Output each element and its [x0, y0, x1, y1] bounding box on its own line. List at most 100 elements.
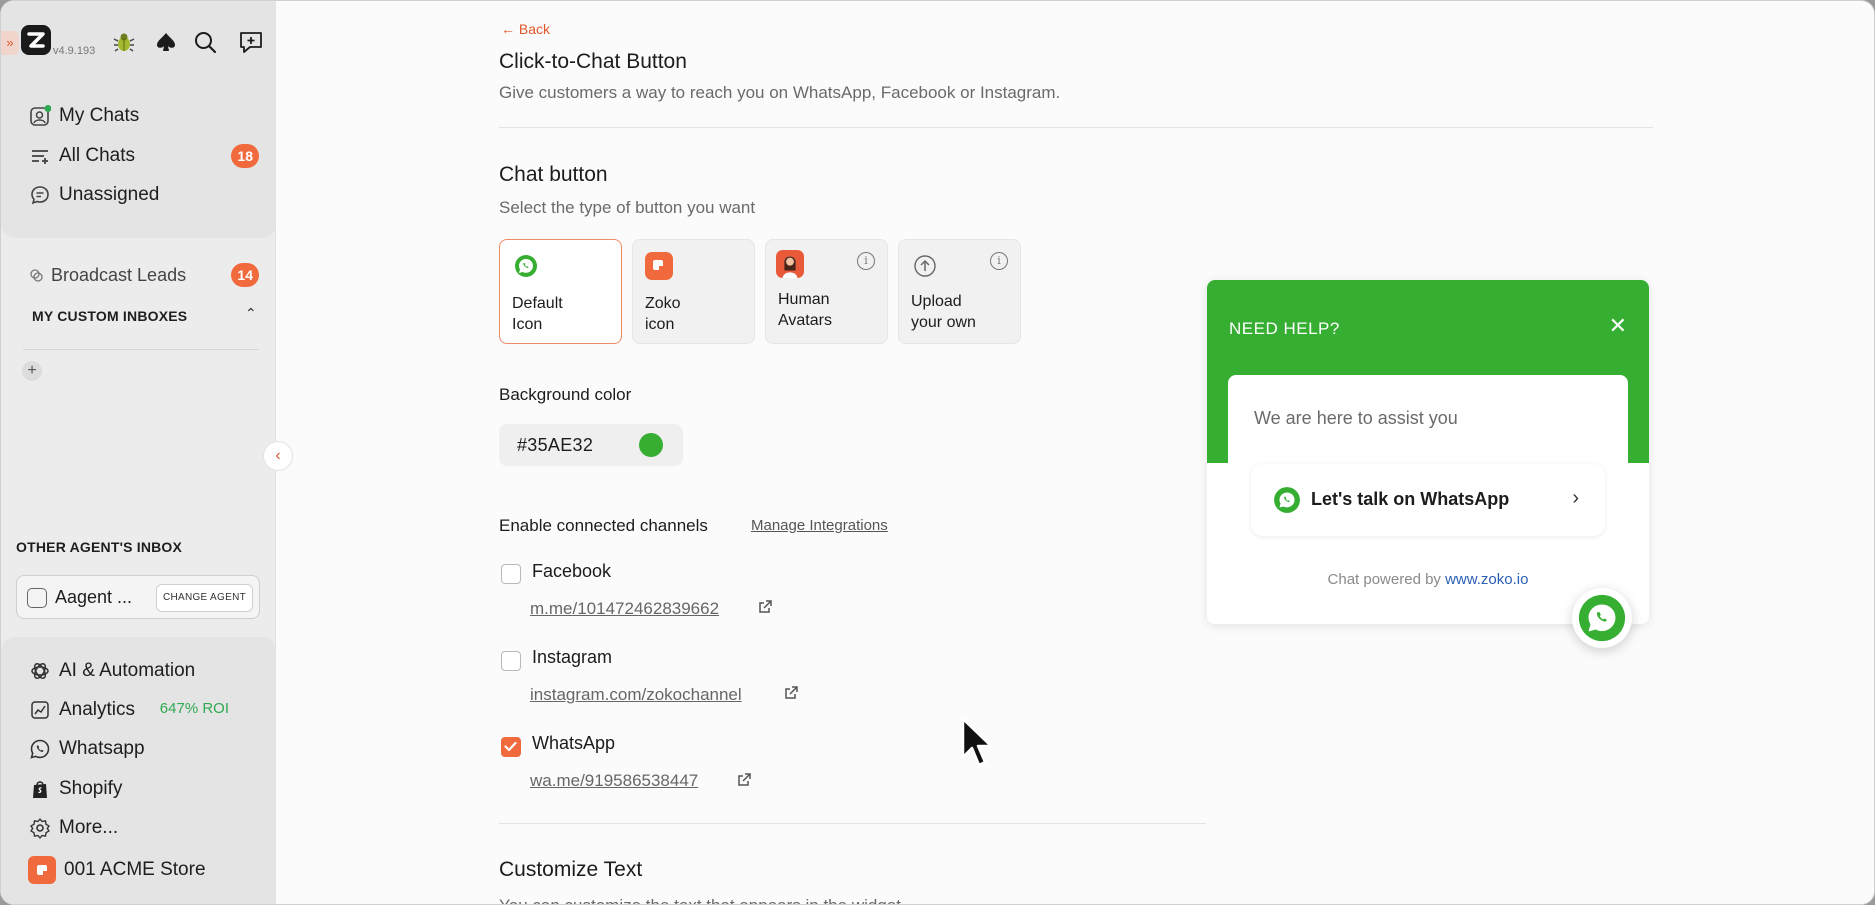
- button-type-label: Default: [512, 295, 563, 312]
- chevron-right-icon: ›: [1572, 487, 1579, 509]
- channel-name-instagram: Instagram: [532, 647, 613, 667]
- whatsapp-chat-button[interactable]: Let's talk on WhatsApp ›: [1251, 464, 1605, 536]
- checkmark-icon: [504, 741, 517, 752]
- chevron-up-icon[interactable]: ⌃: [245, 305, 257, 322]
- new-chat-icon[interactable]: [238, 29, 264, 55]
- instagram-link[interactable]: instagram.com/zokochannel: [530, 685, 742, 705]
- sidebar-item-label: Whatsapp: [59, 738, 145, 759]
- channels-label: Enable connected channels: [499, 516, 708, 535]
- widget-title: NEED HELP?: [1229, 319, 1340, 338]
- arrow-left-icon: ←: [501, 21, 519, 37]
- powered-by-link[interactable]: www.zoko.io: [1445, 571, 1528, 588]
- channel-name-facebook: Facebook: [532, 561, 612, 581]
- page-subtitle: Give customers a way to reach you on Wha…: [499, 83, 1061, 102]
- button-type-label: your own: [911, 314, 976, 331]
- broadcast-icon: [29, 264, 43, 286]
- other-agents-heading: OTHER AGENT'S INBOX: [16, 539, 183, 555]
- button-type-upload-own[interactable]: i Upload your own: [898, 239, 1021, 344]
- back-label: Back: [518, 21, 551, 37]
- color-swatch[interactable]: [639, 433, 663, 457]
- external-link-icon[interactable]: [736, 772, 752, 788]
- whatsapp-icon: [1274, 487, 1300, 513]
- widget-assist-text: We are here to assist you: [1254, 408, 1458, 428]
- bug-icon[interactable]: [111, 29, 137, 55]
- upload-icon: [911, 252, 939, 280]
- chart-line-icon: [29, 699, 51, 721]
- sidebar-item-all-chats[interactable]: All Chats 18: [29, 141, 259, 171]
- zoko-icon: [645, 252, 673, 280]
- spade-icon[interactable]: [153, 29, 179, 55]
- whatsapp-icon: [29, 738, 51, 760]
- store-logo-icon: [28, 856, 56, 884]
- instagram-checkbox[interactable]: [501, 651, 521, 671]
- search-icon[interactable]: [192, 29, 218, 55]
- background-color-label: Background color: [499, 385, 632, 404]
- sidebar-item-analytics[interactable]: Analytics 647% ROI: [29, 695, 259, 725]
- whatsapp-chat-label: Let's talk on WhatsApp: [1311, 489, 1510, 509]
- whatsapp-checkbox[interactable]: [501, 737, 521, 757]
- customize-text-heading: Customize Text: [499, 858, 643, 881]
- sidebar-item-label: Analytics: [59, 699, 136, 720]
- whatsapp-floating-button[interactable]: [1572, 588, 1632, 648]
- page-title: Click-to-Chat Button: [499, 50, 687, 73]
- button-type-label: Avatars: [778, 312, 832, 329]
- sidebar-item-whatsapp[interactable]: Whatsapp: [29, 734, 259, 764]
- facebook-checkbox[interactable]: [501, 564, 521, 584]
- chat-button-subheading: Select the type of button you want: [499, 198, 756, 217]
- button-type-default-icon[interactable]: Default Icon: [499, 239, 622, 344]
- customize-text-subheading: You can customize the text that appears …: [499, 896, 901, 904]
- sidebar-item-ai-automation[interactable]: AI & Automation: [29, 656, 259, 686]
- info-icon[interactable]: i: [990, 252, 1008, 270]
- roi-indicator: 647% ROI: [159, 700, 229, 717]
- shopify-bag-icon: [29, 778, 51, 800]
- mouse-cursor-icon: [961, 717, 993, 767]
- collapse-sidebar-button[interactable]: ‹: [263, 441, 293, 471]
- sidebar-item-broadcast-leads[interactable]: Broadcast Leads 14: [29, 260, 259, 290]
- button-type-human-avatars[interactable]: i Human Avatars: [765, 239, 888, 344]
- background-color-picker[interactable]: #35AE32: [499, 424, 683, 466]
- button-type-label: icon: [645, 316, 675, 333]
- facebook-link[interactable]: m.me/101472462839662: [530, 599, 719, 619]
- custom-inboxes-heading: MY CUSTOM INBOXES: [32, 308, 188, 324]
- person-chat-icon: [29, 105, 51, 127]
- channels-divider: [499, 823, 1206, 824]
- whatsapp-link[interactable]: wa.me/919586538447: [530, 771, 698, 791]
- main-content: ← Back Click-to-Chat Button Give custome…: [277, 1, 1874, 904]
- sidebar-item-label: Broadcast Leads: [51, 264, 187, 285]
- change-agent-button[interactable]: CHANGE AGENT: [155, 584, 253, 612]
- whatsapp-icon: [512, 252, 540, 280]
- sidebar-item-label: Shopify: [59, 778, 123, 799]
- button-type-zoko-icon[interactable]: Zoko icon: [632, 239, 755, 344]
- external-link-icon[interactable]: [757, 599, 773, 615]
- sidebar-item-label: All Chats: [59, 145, 136, 166]
- expand-sidebar-icon[interactable]: »: [1, 31, 19, 55]
- sidebar-item-shopify[interactable]: Shopify: [29, 774, 259, 804]
- header-divider: [499, 127, 1653, 128]
- all-chats-count-badge: 18: [231, 144, 259, 168]
- chat-bubble-icon: [29, 184, 51, 206]
- sidebar-item-unassigned[interactable]: Unassigned: [29, 180, 259, 210]
- agent-name: Aagent ...: [55, 587, 133, 607]
- gear-icon: [29, 817, 51, 839]
- agent-avatar-icon: [27, 588, 47, 608]
- chat-button-heading: Chat button: [499, 163, 608, 186]
- sidebar-item-label: My Chats: [59, 105, 140, 126]
- whatsapp-icon: [1578, 594, 1626, 642]
- add-inbox-button[interactable]: +: [22, 361, 42, 381]
- button-type-label: Human: [778, 291, 830, 308]
- external-link-icon[interactable]: [783, 685, 799, 701]
- sidebar-item-label: AI & Automation: [59, 660, 196, 681]
- store-name: 001 ACME Store: [64, 859, 206, 880]
- store-switcher[interactable]: 001 ACME Store: [28, 855, 258, 885]
- manage-integrations-link[interactable]: Manage Integrations: [751, 517, 888, 534]
- close-icon[interactable]: ✕: [1609, 313, 1627, 339]
- sidebar-item-my-chats[interactable]: My Chats: [29, 101, 259, 131]
- info-icon[interactable]: i: [857, 252, 875, 270]
- custom-inboxes-divider: [23, 349, 259, 350]
- sidebar-item-more[interactable]: More...: [29, 813, 259, 843]
- button-type-label: Zoko: [645, 295, 681, 312]
- back-link[interactable]: ← Back: [501, 21, 550, 37]
- powered-by-text: Chat powered by: [1327, 571, 1441, 588]
- broadcast-count-badge: 14: [231, 263, 259, 287]
- sidebar-item-label: Unassigned: [59, 184, 160, 205]
